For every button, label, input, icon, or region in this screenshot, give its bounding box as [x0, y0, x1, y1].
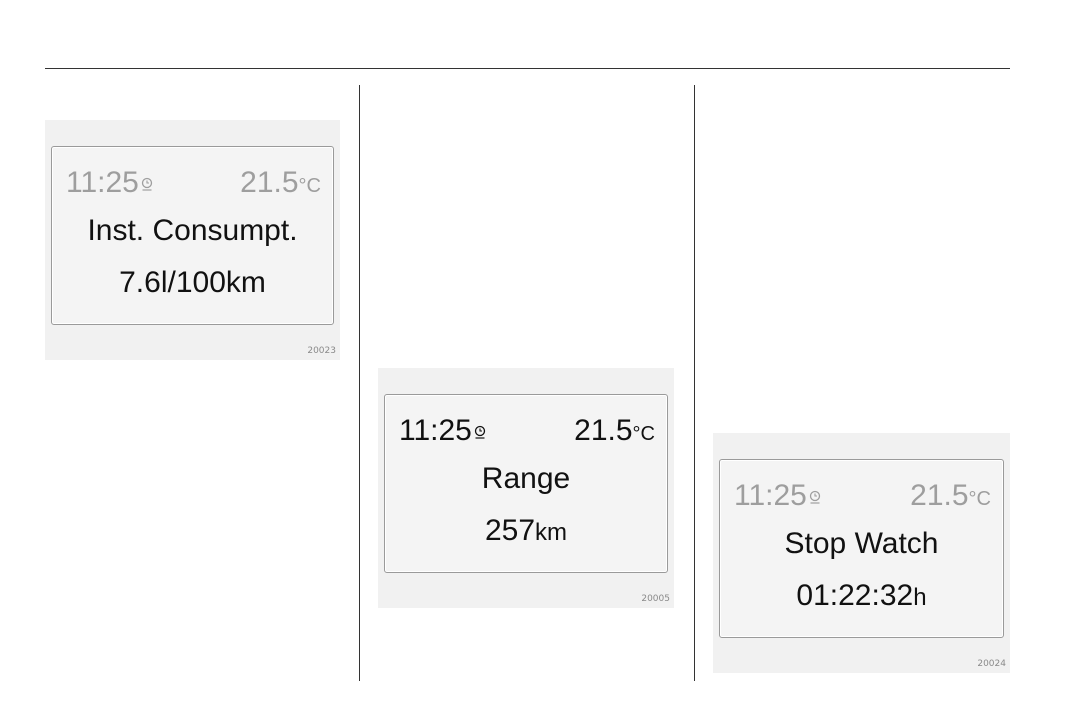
temperature-readout: 21.5°C	[910, 479, 991, 512]
status-bar: 11:25 21.5°C	[66, 165, 321, 201]
temperature-readout: 21.5°C	[574, 414, 655, 447]
display-figure-inst-consumption: 11:25 21.5°C Inst. Consumpt. 7.6l/100km …	[45, 120, 340, 360]
info-display-screen: 11:25 21.5°C Range 257km	[384, 394, 668, 573]
clock-rds-icon	[809, 489, 821, 507]
clock-readout: 11:25	[399, 413, 486, 449]
figure-id: 20023	[307, 346, 336, 356]
info-display-screen: 11:25 21.5°C Stop Watch 01:22:32h	[719, 459, 1004, 638]
clock-rds-icon	[474, 424, 486, 442]
screen-title: Stop Watch	[784, 527, 939, 560]
temperature-readout: 21.5°C	[240, 166, 321, 199]
info-display-screen: 11:25 21.5°C Inst. Consumpt. 7.6l/100km	[51, 146, 334, 325]
display-figure-stop-watch: 11:25 21.5°C Stop Watch 01:22:32h 20024	[713, 433, 1010, 673]
column-divider	[359, 85, 360, 681]
figure-id: 20024	[977, 659, 1006, 669]
figure-id: 20005	[641, 594, 670, 604]
clock-readout: 11:25	[66, 165, 153, 201]
screen-value: 01:22:32h	[796, 579, 927, 612]
screen-title: Range	[481, 462, 571, 495]
clock-readout: 11:25	[734, 478, 821, 514]
screen-value: 257km	[484, 514, 568, 547]
screen-value: 7.6l/100km	[119, 266, 266, 299]
status-bar: 11:25 21.5°C	[399, 413, 655, 449]
display-figure-range: 11:25 21.5°C Range 257km 20005	[378, 368, 674, 608]
screen-title: Inst. Consumpt.	[87, 214, 298, 247]
header-rule	[45, 68, 1010, 69]
column-divider	[694, 85, 695, 681]
clock-rds-icon	[141, 176, 153, 194]
status-bar: 11:25 21.5°C	[734, 478, 991, 514]
